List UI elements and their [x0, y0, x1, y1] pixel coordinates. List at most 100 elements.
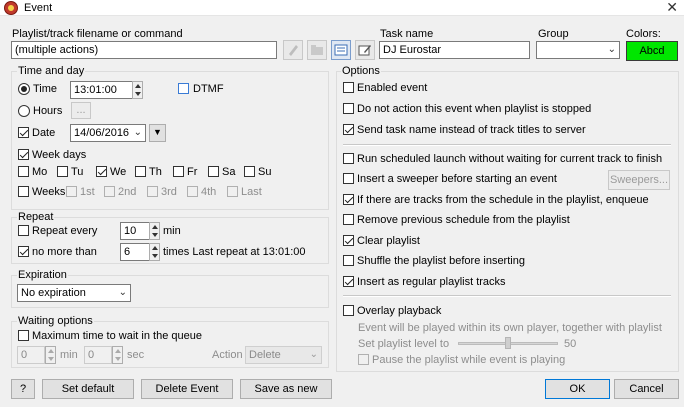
- colors-label: Colors:: [626, 28, 661, 40]
- pause-checkbox[interactable]: [358, 354, 369, 365]
- window-title: Event: [24, 2, 53, 14]
- wait-sec-input[interactable]: 0: [84, 346, 112, 364]
- weeks-checkbox[interactable]: [18, 186, 29, 197]
- option-checkbox-4[interactable]: [343, 173, 354, 184]
- repeat-every-label: Repeat every: [32, 225, 98, 237]
- date-value: 14/06/2016: [74, 127, 130, 139]
- repeat-every-unit: min: [163, 225, 181, 237]
- close-icon[interactable]: ✕: [666, 0, 678, 14]
- wait-min-unit: min: [60, 349, 78, 361]
- day-checkbox-th[interactable]: [135, 166, 146, 177]
- level-label: Set playlist level to: [358, 338, 450, 350]
- option-checkbox-8[interactable]: [343, 255, 354, 266]
- action-label: Action: [212, 349, 243, 361]
- week-label-2nd: 2nd: [118, 186, 137, 198]
- calendar-button-icon[interactable]: ▼: [149, 124, 166, 142]
- edit-icon-button[interactable]: [355, 40, 375, 60]
- option-label-7: Clear playlist: [357, 235, 420, 247]
- max-wait-label: Maximum time to wait in the queue: [32, 330, 202, 342]
- folder-icon-button[interactable]: [307, 40, 327, 60]
- max-wait-checkbox[interactable]: [18, 330, 29, 341]
- dtmf-checkbox[interactable]: [178, 83, 189, 94]
- no-more-than-checkbox[interactable]: [18, 246, 29, 257]
- dtmf-label: DTMF: [193, 83, 224, 95]
- option-label-5: If there are tracks from the schedule in…: [357, 194, 649, 206]
- hours-button[interactable]: ...: [71, 102, 91, 119]
- level-slider-thumb[interactable]: [505, 337, 511, 349]
- repeat-title: Repeat: [17, 211, 55, 223]
- expiration-dropdown[interactable]: No expiration ⌄: [17, 284, 131, 302]
- no-more-than-suffix: times Last repeat at 13:01:00: [163, 246, 306, 258]
- date-checkbox[interactable]: [18, 127, 29, 138]
- day-checkbox-sa[interactable]: [208, 166, 219, 177]
- group-label: Group: [538, 28, 569, 40]
- day-checkbox-fr[interactable]: [173, 166, 184, 177]
- pencil-icon-button[interactable]: [283, 40, 303, 60]
- option-checkbox-6[interactable]: [343, 214, 354, 225]
- time-spinner[interactable]: [132, 81, 143, 99]
- wait-min-input[interactable]: 0: [17, 346, 45, 364]
- option-label-2: Send task name instead of track titles t…: [357, 124, 586, 136]
- day-checkbox-su[interactable]: [244, 166, 255, 177]
- day-label-th: Th: [149, 166, 162, 178]
- no-more-than-input[interactable]: 6: [120, 243, 150, 261]
- options-title: Options: [341, 65, 381, 77]
- task-name-input[interactable]: DJ Eurostar: [379, 41, 530, 59]
- action-dropdown[interactable]: Delete ⌄: [245, 346, 322, 364]
- waiting-title: Waiting options: [17, 315, 94, 327]
- title-bar: Event ✕: [0, 0, 684, 16]
- day-label-we: We: [110, 166, 127, 178]
- repeat-every-checkbox[interactable]: [18, 225, 29, 236]
- wait-sec-spinner[interactable]: [112, 346, 123, 364]
- color-swatch[interactable]: Abcd: [626, 41, 678, 61]
- time-input[interactable]: 13:01:00: [70, 81, 133, 99]
- no-more-than-label: no more than: [32, 246, 97, 258]
- weeks-label: Weeks: [32, 186, 66, 198]
- option-label-1: Do not action this event when playlist i…: [357, 103, 592, 115]
- ok-button[interactable]: OK: [545, 379, 610, 399]
- option-checkbox-3[interactable]: [343, 153, 354, 164]
- wait-min-spinner[interactable]: [45, 346, 56, 364]
- overlay-label: Overlay playback: [357, 305, 442, 317]
- day-label-mo: Mo: [32, 166, 48, 178]
- cancel-button[interactable]: Cancel: [614, 379, 679, 399]
- option-label-4: Insert a sweeper before starting an even…: [357, 173, 557, 185]
- set-default-button[interactable]: Set default: [42, 379, 134, 399]
- week-checkbox-4th[interactable]: [187, 186, 198, 197]
- save-as-new-button[interactable]: Save as new: [240, 379, 332, 399]
- option-checkbox-0[interactable]: [343, 82, 354, 93]
- week-checkbox-1st[interactable]: [66, 186, 77, 197]
- hours-label: Hours: [33, 105, 63, 117]
- repeat-every-spinner[interactable]: [149, 222, 160, 240]
- option-label-6: Remove previous schedule from the playli…: [357, 214, 570, 226]
- day-checkbox-mo[interactable]: [18, 166, 29, 177]
- option-checkbox-7[interactable]: [343, 235, 354, 246]
- time-radio[interactable]: [18, 83, 30, 95]
- hours-radio[interactable]: [18, 105, 30, 117]
- option-label-3: Run scheduled launch without waiting for…: [357, 153, 663, 165]
- week-label-3rd: 3rd: [161, 186, 177, 198]
- pause-label: Pause the playlist while event is playin…: [372, 354, 566, 366]
- week-checkbox-2nd[interactable]: [104, 186, 115, 197]
- option-checkbox-9[interactable]: [343, 276, 354, 287]
- week-label-4th: 4th: [201, 186, 217, 198]
- repeat-every-input[interactable]: 10: [120, 222, 150, 240]
- week-checkbox-last[interactable]: [227, 186, 238, 197]
- playlist-icon-button[interactable]: [331, 40, 351, 60]
- option-checkbox-2[interactable]: [343, 124, 354, 135]
- day-checkbox-we[interactable]: [96, 166, 107, 177]
- delete-event-button[interactable]: Delete Event: [141, 379, 233, 399]
- sweepers-button[interactable]: Sweepers...: [608, 170, 670, 190]
- overlay-checkbox[interactable]: [343, 305, 354, 316]
- option-label-0: Enabled event: [357, 82, 428, 94]
- day-checkbox-tu[interactable]: [57, 166, 68, 177]
- filename-input[interactable]: (multiple actions): [11, 41, 277, 59]
- help-button[interactable]: ?: [11, 379, 35, 399]
- week-checkbox-3rd[interactable]: [147, 186, 158, 197]
- no-more-than-spinner[interactable]: [149, 243, 160, 261]
- date-dropdown[interactable]: 14/06/2016 ⌄: [70, 124, 146, 142]
- group-dropdown[interactable]: ⌄: [536, 41, 620, 59]
- week-days-checkbox[interactable]: [18, 149, 29, 160]
- option-checkbox-1[interactable]: [343, 103, 354, 114]
- option-checkbox-5[interactable]: [343, 194, 354, 205]
